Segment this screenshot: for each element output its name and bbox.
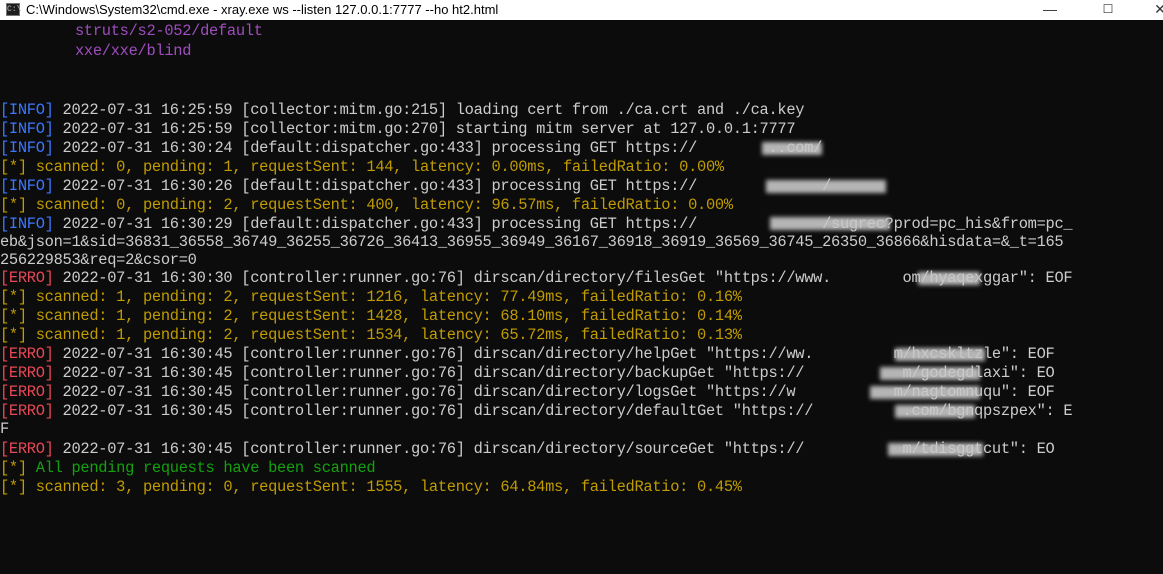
redaction-mask xyxy=(880,367,980,380)
minimize-button[interactable]: — xyxy=(1030,0,1070,20)
maximize-button[interactable]: ☐ xyxy=(1088,0,1128,20)
log-line: [INFO] 2022-07-31 16:30:29 [default:disp… xyxy=(0,215,1073,233)
status-tag: [*] xyxy=(0,288,27,306)
close-button[interactable]: ✕ xyxy=(1140,0,1163,20)
status-text: scanned: 0, pending: 2, requestSent: 400… xyxy=(26,196,733,214)
status-text: scanned: 1, pending: 2, requestSent: 153… xyxy=(26,326,742,344)
log-text: 2022-07-31 16:25:59 [collector:mitm.go:2… xyxy=(53,120,796,138)
status-tag: [*] xyxy=(0,196,27,214)
error-tag: [ERRO] xyxy=(0,364,54,382)
status-line: [*] scanned: 1, pending: 2, requestSent:… xyxy=(0,288,742,306)
status-text: scanned: 0, pending: 1, requestSent: 144… xyxy=(26,158,724,176)
cmd-icon: C:\ xyxy=(6,3,22,16)
error-tag: [ERRO] xyxy=(0,402,54,420)
redaction-mask xyxy=(895,405,975,418)
status-line: [*] scanned: 1, pending: 2, requestSent:… xyxy=(0,326,742,344)
status-tag: [*] xyxy=(0,459,27,477)
log-tag: [INFO] xyxy=(0,215,54,233)
log-tag: [INFO] xyxy=(0,139,54,157)
redaction-mask xyxy=(918,272,980,285)
plugin-line: struts/s2-052/default xyxy=(75,22,263,40)
status-text: scanned: 1, pending: 2, requestSent: 121… xyxy=(26,288,742,306)
error-line: [ERRO] 2022-07-31 16:30:30 [controller:r… xyxy=(0,269,1073,287)
status-tag: [*] xyxy=(0,307,27,325)
status-line: [*] scanned: 0, pending: 2, requestSent:… xyxy=(0,196,733,214)
log-tag: [INFO] xyxy=(0,101,54,119)
error-tag: [ERRO] xyxy=(0,440,54,458)
redaction-mask xyxy=(762,142,822,155)
log-line: [INFO] 2022-07-31 16:25:59 [collector:mi… xyxy=(0,120,796,138)
log-text: F xyxy=(0,420,9,438)
log-text: 2022-07-31 16:30:26 [default:dispatcher.… xyxy=(53,177,832,195)
redaction-mask xyxy=(870,386,980,399)
status-tag: [*] xyxy=(0,478,27,496)
status-tag: [*] xyxy=(0,326,27,344)
log-tag: [INFO] xyxy=(0,177,54,195)
log-line-continued: 256229853&req=2&csor=0 xyxy=(0,251,197,269)
log-tag: [INFO] xyxy=(0,120,54,138)
error-tag: [ERRO] xyxy=(0,383,54,401)
status-line: [*] scanned: 3, pending: 0, requestSent:… xyxy=(0,478,742,496)
log-line: [INFO] 2022-07-31 16:25:59 [collector:mi… xyxy=(0,101,805,119)
success-text: All pending requests have been scanned xyxy=(26,459,376,477)
status-text: scanned: 1, pending: 2, requestSent: 142… xyxy=(26,307,742,325)
redaction-mask xyxy=(770,217,890,230)
log-line: [INFO] 2022-07-31 16:30:26 [default:disp… xyxy=(0,177,831,195)
log-text: 2022-07-31 16:25:59 [collector:mitm.go:2… xyxy=(53,101,805,119)
status-tag: [*] xyxy=(0,158,27,176)
window-titlebar: C:\ C:\Windows\System32\cmd.exe - xray.e… xyxy=(0,0,1163,20)
error-tag: [ERRO] xyxy=(0,269,54,287)
log-line-continued: eb&json=1&sid=36831_36558_36749_36255_36… xyxy=(0,233,1064,251)
window-title: C:\Windows\System32\cmd.exe - xray.exe w… xyxy=(26,2,499,17)
error-tag: [ERRO] xyxy=(0,345,54,363)
log-text: eb&json=1&sid=36831_36558_36749_36255_36… xyxy=(0,233,1064,251)
status-line: [*] scanned: 0, pending: 1, requestSent:… xyxy=(0,158,724,176)
log-text: 2022-07-31 16:30:29 [default:dispatcher.… xyxy=(53,215,1073,233)
redaction-mask xyxy=(766,180,886,193)
success-line: [*] All pending requests have been scann… xyxy=(0,459,376,477)
redaction-mask xyxy=(895,348,985,361)
status-line: [*] scanned: 1, pending: 2, requestSent:… xyxy=(0,307,742,325)
redaction-mask xyxy=(888,443,983,456)
log-text: 256229853&req=2&csor=0 xyxy=(0,251,197,269)
log-line: [INFO] 2022-07-31 16:30:24 [default:disp… xyxy=(0,139,822,157)
log-text: 2022-07-31 16:30:24 [default:dispatcher.… xyxy=(53,139,823,157)
log-line-continued: F xyxy=(0,420,9,438)
status-text: scanned: 3, pending: 0, requestSent: 155… xyxy=(26,478,742,496)
plugin-line: xxe/xxe/blind xyxy=(75,42,192,60)
console-output[interactable]: struts/s2-052/default xxe/xxe/blind [INF… xyxy=(0,20,1163,574)
